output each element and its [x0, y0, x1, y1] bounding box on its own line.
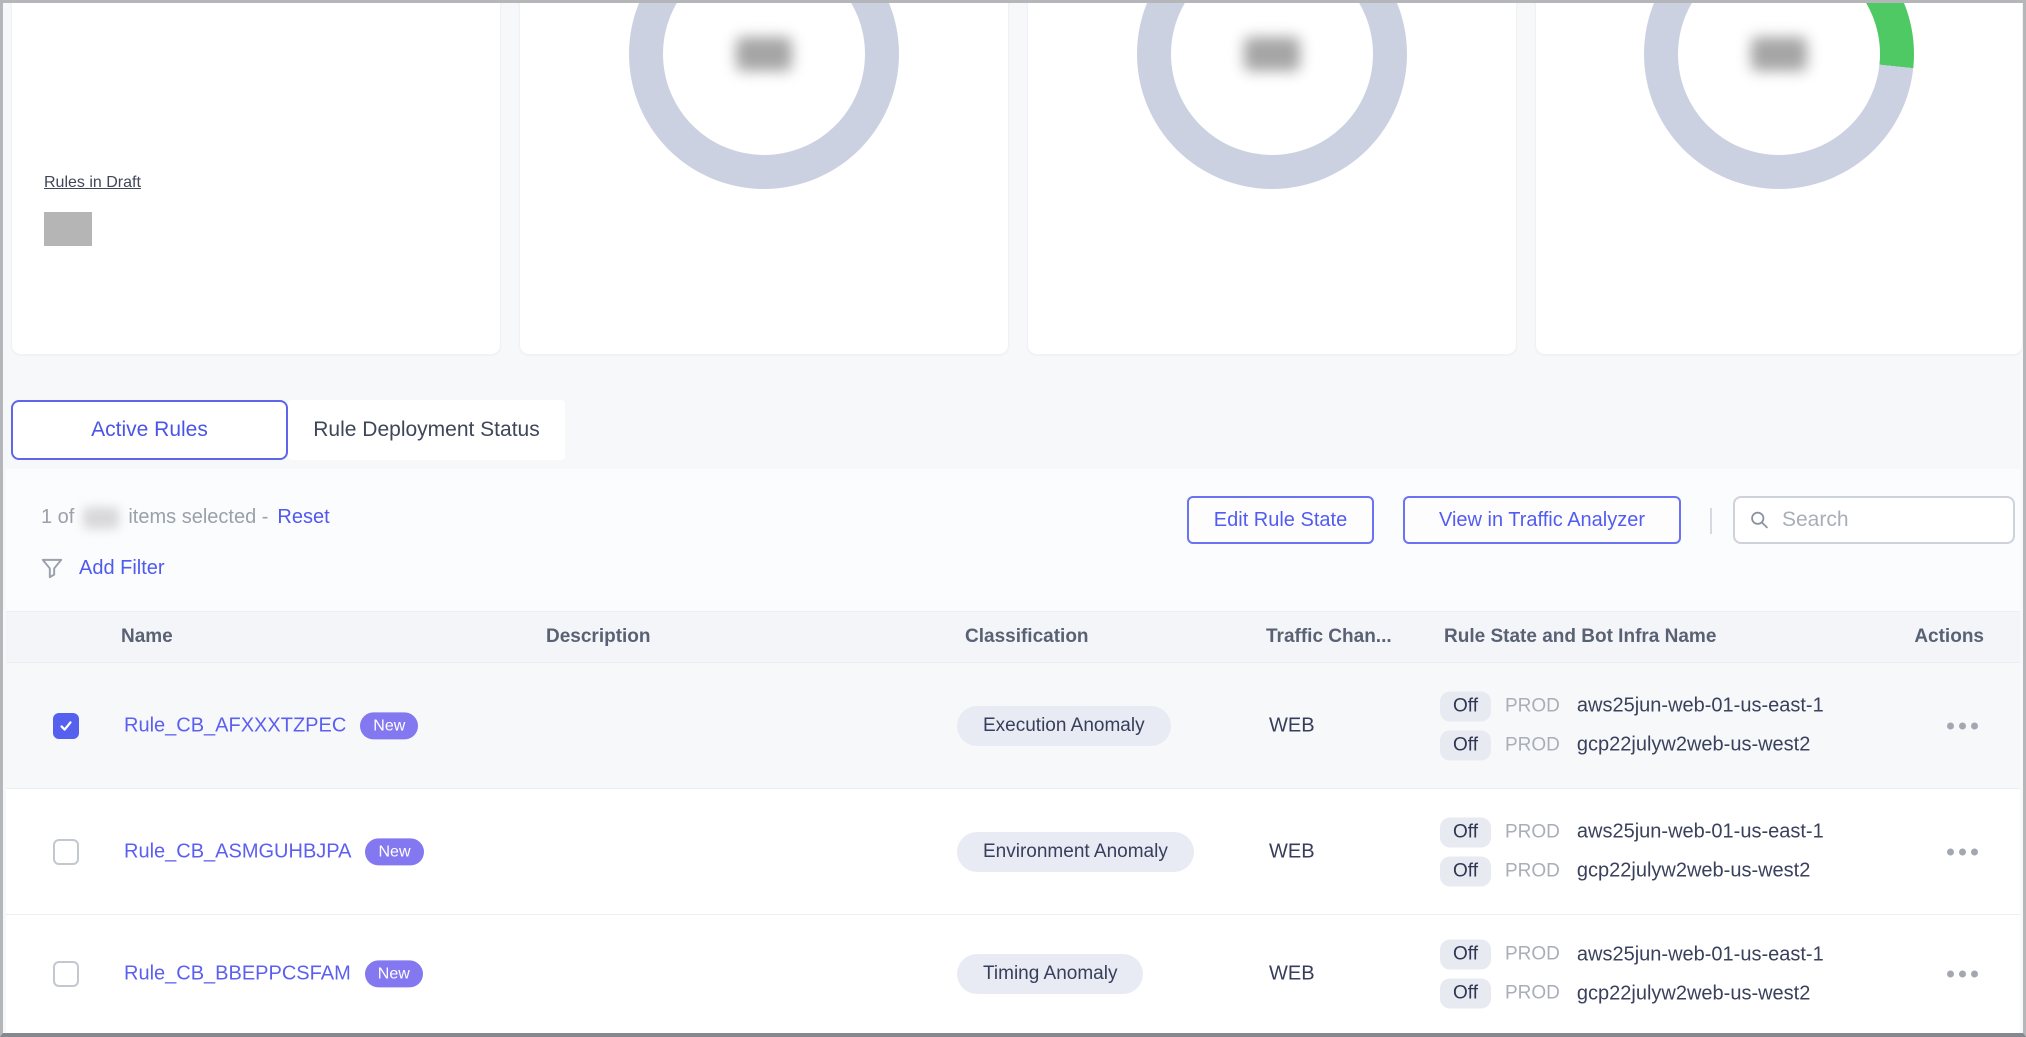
environment-label: PROD [1505, 734, 1560, 756]
rule-state-toggle[interactable]: Off [1440, 817, 1491, 847]
add-filter-button[interactable]: Add Filter [39, 555, 165, 581]
donut-chart [1137, 0, 1407, 189]
row-checkbox[interactable] [53, 961, 79, 987]
tab-rule-deployment-status[interactable]: Rule Deployment Status [288, 400, 565, 460]
table-row: Rule_CB_ASMGUHBJPA New Environment Anoma… [6, 789, 2020, 915]
traffic-channel-value: WEB [1269, 840, 1315, 863]
column-header-rule-state: Rule State and Bot Infra Name [1444, 626, 1716, 648]
classification-pill: Environment Anomaly [957, 832, 1194, 872]
rule-state-list: Off PROD aws25jun-web-01-us-east-1 Off P… [1440, 691, 1824, 760]
rule-state-toggle[interactable]: Off [1440, 979, 1491, 1009]
rule-state-line: Off PROD aws25jun-web-01-us-east-1 [1440, 817, 1824, 847]
new-badge: New [365, 838, 423, 865]
bot-infra-name: gcp22julyw2web-us-west2 [1577, 860, 1810, 883]
table-row: Rule_CB_BBEPPCSFAM New Timing Anomaly WE… [6, 915, 2020, 1034]
donut-redacted-value [736, 37, 792, 71]
selection-total-redacted [83, 507, 119, 529]
rule-state-toggle[interactable]: Off [1440, 730, 1491, 760]
environment-label: PROD [1505, 695, 1560, 717]
selection-summary: 1 of items selected - Reset [41, 506, 330, 529]
column-header-actions: Actions [1914, 626, 1984, 648]
rule-state-toggle[interactable]: Off [1440, 856, 1491, 886]
selection-count-suffix: items selected - [128, 506, 268, 529]
rule-state-list: Off PROD aws25jun-web-01-us-east-1 Off P… [1440, 940, 1824, 1009]
rule-state-line: Off PROD aws25jun-web-01-us-east-1 [1440, 691, 1824, 721]
search-icon [1749, 508, 1770, 532]
column-header-traffic-channel: Traffic Chan... [1266, 626, 1392, 648]
bot-infra-name: gcp22julyw2web-us-west2 [1577, 982, 1810, 1005]
rule-state-line: Off PROD gcp22julyw2web-us-west2 [1440, 979, 1824, 1009]
table-row: Rule_CB_AFXXXTZPEC New Execution Anomaly… [6, 663, 2020, 789]
rules-in-draft-card: Rules in Draft [11, 0, 501, 355]
row-checkbox-checked[interactable] [53, 713, 79, 739]
search-box[interactable] [1733, 496, 2015, 544]
search-input[interactable] [1780, 507, 1999, 533]
rule-name-link[interactable]: Rule_CB_BBEPPCSFAM [124, 963, 351, 986]
environment-label: PROD [1505, 821, 1560, 843]
add-filter-label: Add Filter [79, 557, 165, 580]
traffic-channel-value: WEB [1269, 714, 1315, 737]
donut-redacted-value [1244, 37, 1300, 71]
rule-name-link[interactable]: Rule_CB_AFXXXTZPEC [124, 714, 346, 737]
bot-infra-name: gcp22julyw2web-us-west2 [1577, 734, 1810, 757]
rule-state-line: Off PROD gcp22julyw2web-us-west2 [1440, 856, 1824, 886]
view-in-traffic-analyzer-button[interactable]: View in Traffic Analyzer [1403, 496, 1681, 544]
edit-rule-state-button[interactable]: Edit Rule State [1187, 496, 1374, 544]
column-header-name: Name [121, 626, 173, 648]
bot-infra-name: aws25jun-web-01-us-east-1 [1577, 943, 1824, 966]
column-header-description: Description [546, 626, 651, 648]
donut-card-2 [1027, 0, 1517, 355]
column-header-classification: Classification [965, 626, 1089, 648]
toolbar-divider [1710, 508, 1712, 534]
environment-label: PROD [1505, 983, 1560, 1005]
row-actions-menu[interactable] [1947, 971, 1978, 978]
environment-label: PROD [1505, 860, 1560, 882]
filter-funnel-icon [39, 555, 65, 581]
new-badge: New [360, 712, 418, 739]
donut-chart-with-green-segment [1644, 0, 1914, 189]
donut-redacted-value [1751, 37, 1807, 71]
rule-state-toggle[interactable]: Off [1440, 940, 1491, 970]
reset-selection-link[interactable]: Reset [277, 506, 329, 529]
classification-pill: Execution Anomaly [957, 706, 1171, 746]
rule-state-line: Off PROD gcp22julyw2web-us-west2 [1440, 730, 1824, 760]
rules-in-draft-link[interactable]: Rules in Draft [44, 174, 141, 192]
row-actions-menu[interactable] [1947, 848, 1978, 855]
tab-active-rules[interactable]: Active Rules [11, 400, 288, 460]
row-actions-menu[interactable] [1947, 722, 1978, 729]
environment-label: PROD [1505, 944, 1560, 966]
rules-dashboard-screen: Rules in Draft Active Rules Rule Deploym… [0, 0, 2026, 1037]
rule-state-toggle[interactable]: Off [1440, 691, 1491, 721]
donut-card-1 [519, 0, 1009, 355]
table-header-row: Name Description Classification Traffic … [6, 611, 2020, 663]
bot-infra-name: aws25jun-web-01-us-east-1 [1577, 695, 1824, 718]
rule-name-link[interactable]: Rule_CB_ASMGUHBJPA [124, 840, 351, 863]
bot-infra-name: aws25jun-web-01-us-east-1 [1577, 821, 1824, 844]
table-bottom-border [6, 1034, 2020, 1036]
traffic-channel-value: WEB [1269, 963, 1315, 986]
checkmark-icon [58, 718, 74, 734]
donut-card-3 [1535, 0, 2023, 355]
new-badge: New [365, 960, 423, 987]
donut-chart [629, 0, 899, 189]
rule-state-list: Off PROD aws25jun-web-01-us-east-1 Off P… [1440, 817, 1824, 886]
row-checkbox[interactable] [53, 839, 79, 865]
rule-state-line: Off PROD aws25jun-web-01-us-east-1 [1440, 940, 1824, 970]
rules-in-draft-redacted-value [44, 212, 92, 246]
classification-pill: Timing Anomaly [957, 954, 1143, 994]
selection-count-prefix: 1 of [41, 506, 74, 529]
